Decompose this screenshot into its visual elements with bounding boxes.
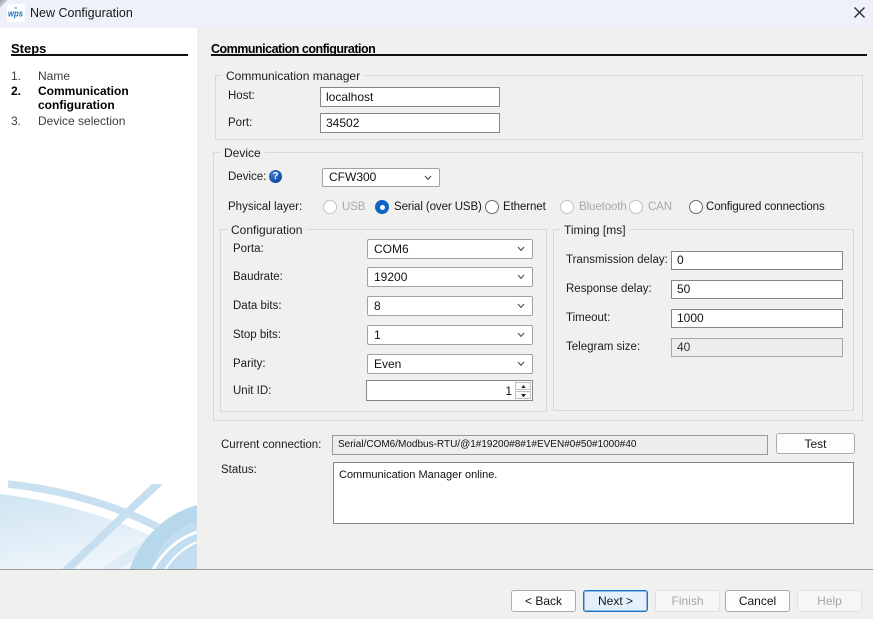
svg-text:wps: wps bbox=[8, 9, 23, 20]
